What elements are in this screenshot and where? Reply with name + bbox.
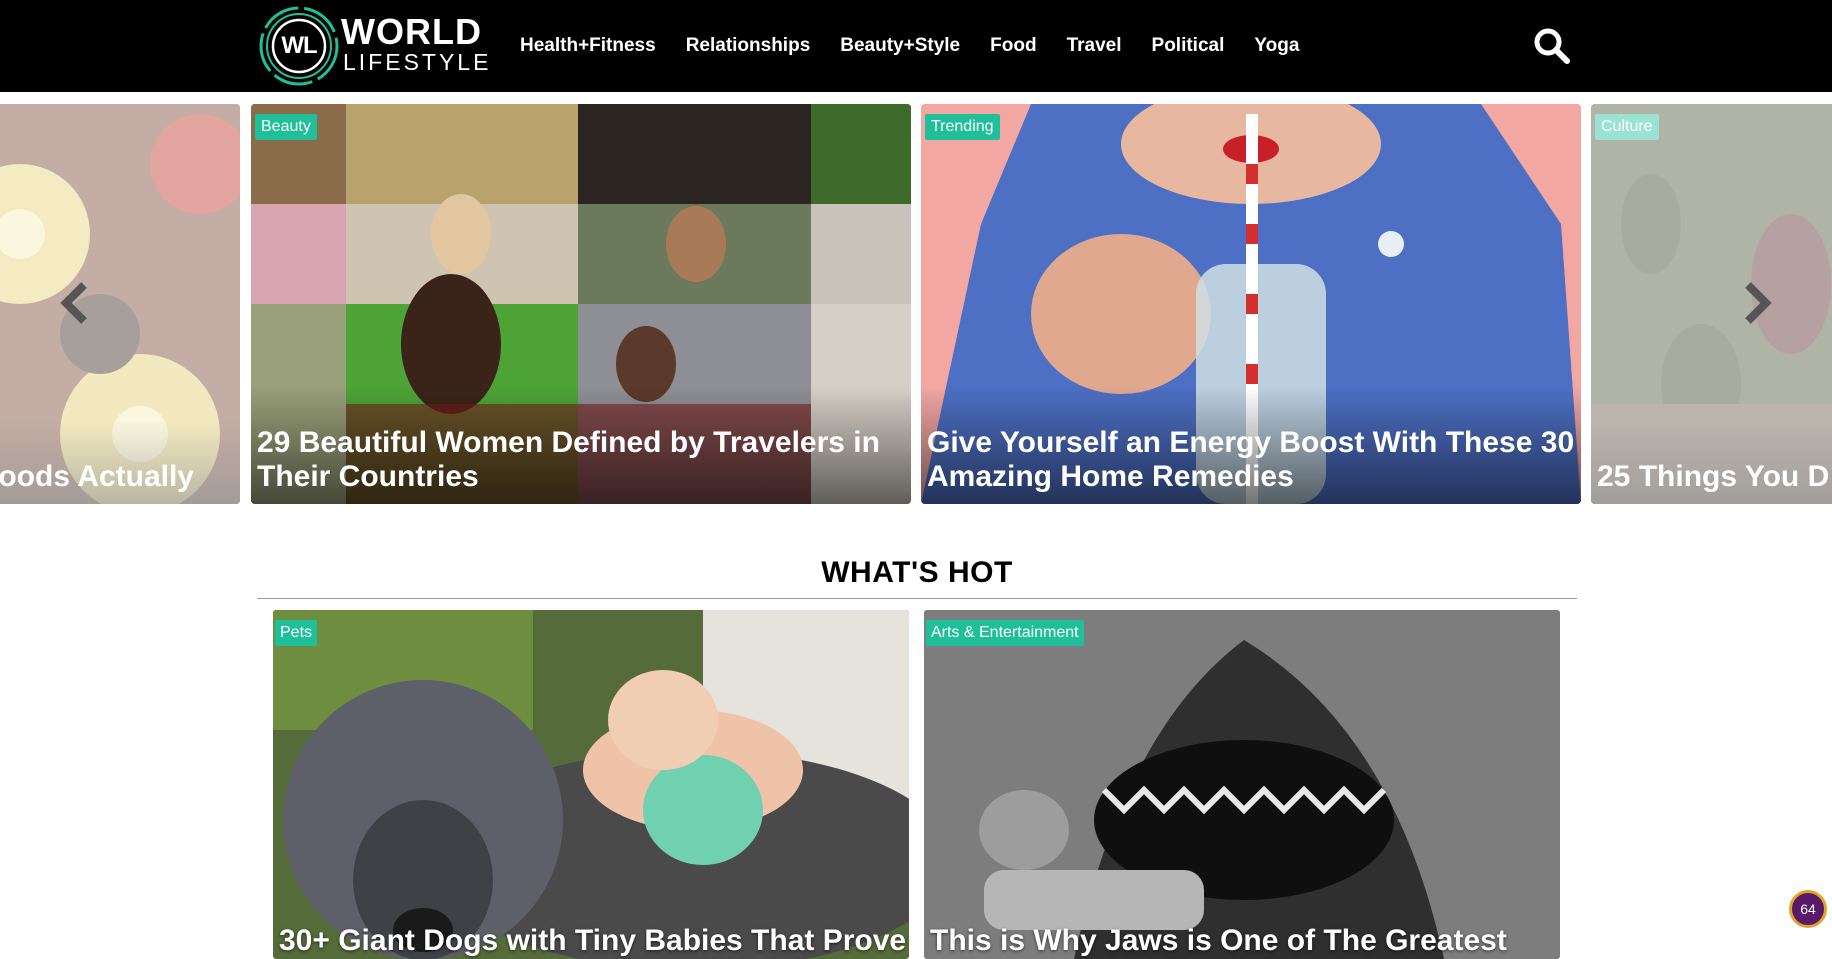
nav-yoga[interactable]: Yoga [1254,35,1299,57]
carousel-slide[interactable]: Culture 25 Things You D Korea [1591,104,1832,504]
card-image [273,610,909,959]
featured-carousel: oods Actually Beauty 29 Beautiful Women … [0,104,1832,506]
nav-beauty-style[interactable]: Beauty+Style [840,35,960,57]
slide-title[interactable]: oods Actually [0,420,240,504]
nav-relationships[interactable]: Relationships [686,35,811,57]
notification-badge[interactable]: 64 [1789,890,1827,928]
slide-image [1591,104,1832,504]
nav-travel[interactable]: Travel [1067,35,1122,57]
carousel-slide[interactable]: Beauty 29 Beautiful Women Defined by Tra… [251,104,911,504]
section-divider [257,598,1577,599]
category-tag[interactable]: Pets [275,620,318,646]
section-title-whats-hot: WHAT'S HOT [821,556,1013,589]
chevron-right-icon[interactable] [1740,280,1776,326]
site-header: WL WORLD LIFESTYLE Health+Fitness Relati… [0,0,1832,92]
nav-health-fitness[interactable]: Health+Fitness [520,35,656,57]
logo-mark: WL [281,32,317,59]
category-tag[interactable]: Trending [925,114,1000,140]
category-tag[interactable]: Culture [1595,114,1659,140]
card-image [924,610,1560,959]
carousel-slide[interactable]: oods Actually [0,104,240,504]
logo-word-lifestyle: LIFESTYLE [343,49,492,75]
logo-word-world: WORLD [341,11,482,52]
nav-political[interactable]: Political [1152,35,1225,57]
main-nav: Health+Fitness Relationships Beauty+Styl… [520,0,1329,92]
slide-title[interactable]: Give Yourself an Energy Boost With These… [921,386,1581,504]
category-tag[interactable]: Arts & Entertainment [926,620,1084,646]
card-title[interactable]: 30+ Giant Dogs with Tiny Babies That Pro… [273,922,909,959]
slide-title[interactable]: 25 Things You D Korea [1591,420,1832,504]
search-icon[interactable] [1532,26,1572,66]
category-tag[interactable]: Beauty [255,114,317,140]
article-card[interactable]: Arts & Entertainment This is Why Jaws is… [924,610,1560,959]
nav-food[interactable]: Food [990,35,1036,57]
article-card[interactable]: Pets 30+ Giant Dogs with Tiny Babies Tha… [273,610,909,959]
slide-title[interactable]: 29 Beautiful Women Defined by Travelers … [251,386,911,504]
card-title[interactable]: This is Why Jaws is One of The Greatest [924,922,1560,959]
site-logo[interactable]: WL WORLD LIFESTYLE [257,4,497,88]
carousel-slide[interactable]: Trending Give Yourself an Energy Boost W… [921,104,1581,504]
slide-image [0,104,240,504]
chevron-left-icon[interactable] [56,280,92,326]
